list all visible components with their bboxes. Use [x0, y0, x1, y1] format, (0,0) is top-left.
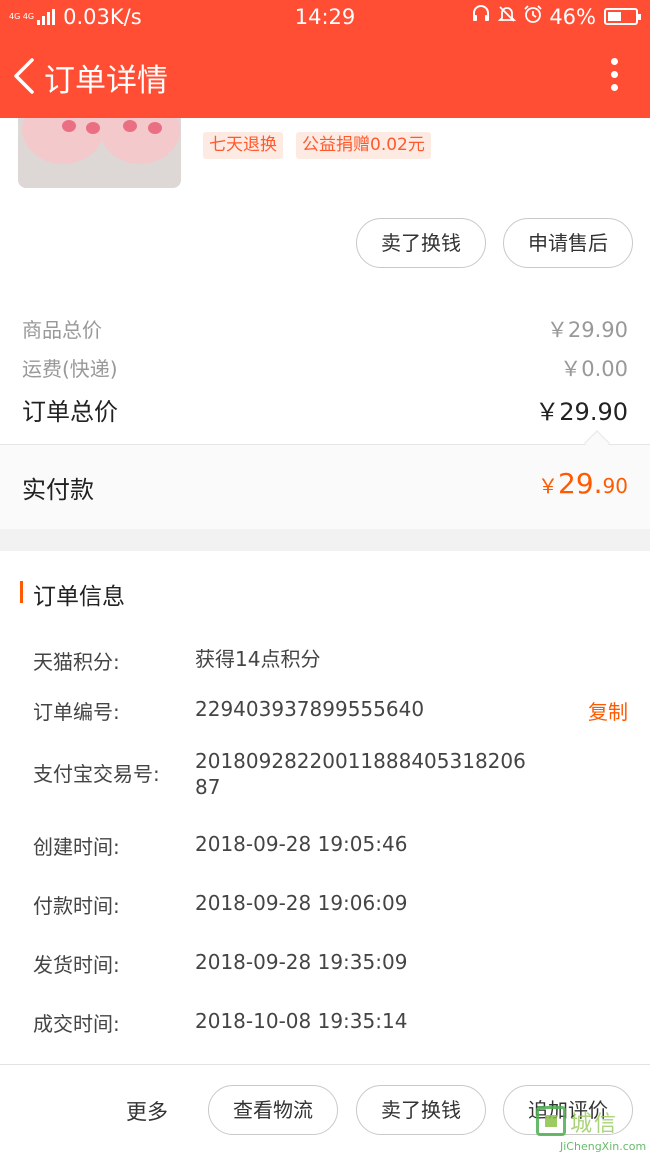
product-thumbnail[interactable]	[18, 118, 181, 188]
info-value: 20180928220011888405318206 87	[195, 749, 526, 799]
info-value: 2018-09-28 19:35:09	[195, 950, 408, 974]
info-value: 2018-10-08 19:35:14	[195, 1009, 408, 1033]
status-right: 46%	[471, 4, 641, 29]
info-key: 成交时间:	[33, 1012, 120, 1036]
amount-paid-row: 实付款 ￥29.90	[0, 430, 650, 529]
alarm-icon	[523, 4, 543, 29]
status-bar: 4G 4G 0.03K/s 14:29 46%	[0, 0, 650, 36]
info-key: 天猫积分:	[33, 650, 120, 674]
view-logistics-button[interactable]: 查看物流	[208, 1085, 338, 1135]
info-value: 2018-09-28 19:05:46	[195, 832, 408, 856]
tag-seven-day-return: 七天退换	[203, 132, 283, 159]
amount-paid-value: ￥29.90	[538, 467, 628, 500]
sell-for-cash-button[interactable]: 卖了换钱	[356, 218, 486, 268]
battery-percent: 46%	[549, 4, 596, 29]
goods-total-value: ￥29.90	[546, 318, 628, 342]
tag-charity-donation: 公益捐赠0.02元	[296, 132, 431, 159]
more-vertical-icon[interactable]	[608, 58, 620, 96]
more-button[interactable]: 更多	[126, 1096, 168, 1126]
price-row-order-total: 订单总价 ￥29.90	[22, 392, 628, 427]
order-info-title: 订单信息	[33, 584, 125, 610]
info-key: 订单编号:	[33, 700, 120, 724]
battery-icon	[604, 8, 641, 25]
info-value: 229403937899555640	[195, 697, 425, 721]
watermark-icon	[536, 1106, 566, 1136]
shipping-label: 运费(快递)	[22, 357, 118, 381]
info-key: 发货时间:	[33, 953, 120, 977]
price-row-shipping: 运费(快递) ￥0.00	[22, 353, 628, 383]
section-accent-bar	[20, 581, 23, 603]
headset-icon	[471, 4, 491, 29]
order-info-section: 订单信息 天猫积分: 获得14点积分 订单编号: 229403937899555…	[0, 551, 650, 1064]
amount-paid-label: 实付款	[22, 476, 94, 504]
after-sales-button[interactable]: 申请售后	[503, 218, 633, 268]
order-detail-screen: 4G 4G 0.03K/s 14:29 46% 订单详情 七天退换 公益捐赠0.…	[0, 0, 650, 1155]
info-key: 支付宝交易号:	[33, 762, 160, 786]
info-value: 获得14点积分	[195, 647, 321, 671]
watermark-en: JiChengXin.com	[560, 1140, 647, 1153]
page-title: 订单详情	[44, 63, 168, 99]
copy-button[interactable]: 复制	[588, 696, 628, 725]
watermark-cn: 城信	[570, 1112, 619, 1137]
price-summary: 商品总价 ￥29.90 运费(快递) ￥0.00 订单总价 ￥29.90	[0, 294, 650, 444]
amount-paid-decimal: 90	[602, 474, 628, 498]
price-row-goods: 商品总价 ￥29.90	[22, 314, 628, 344]
amount-paid-integer: 29.	[558, 467, 603, 500]
order-total-value: ￥29.90	[535, 398, 628, 426]
info-value: 2018-09-28 19:06:09	[195, 891, 408, 915]
bell-muted-icon	[497, 4, 517, 29]
chevron-left-icon	[14, 58, 34, 94]
watermark-logo: 城信 JiChengXin.com	[530, 1104, 650, 1155]
shipping-value: ￥0.00	[560, 357, 628, 381]
info-key: 付款时间:	[33, 894, 120, 918]
order-total-label: 订单总价	[22, 398, 118, 426]
product-card: 七天退换 公益捐赠0.02元 卖了换钱 申请售后	[0, 118, 650, 294]
goods-total-label: 商品总价	[22, 318, 102, 342]
top-bar: 4G 4G 0.03K/s 14:29 46% 订单详情	[0, 0, 650, 118]
sell-for-cash-button[interactable]: 卖了换钱	[356, 1085, 486, 1135]
amount-paid-currency: ￥	[538, 474, 559, 498]
back-button[interactable]	[10, 56, 40, 96]
info-key: 创建时间:	[33, 835, 120, 859]
